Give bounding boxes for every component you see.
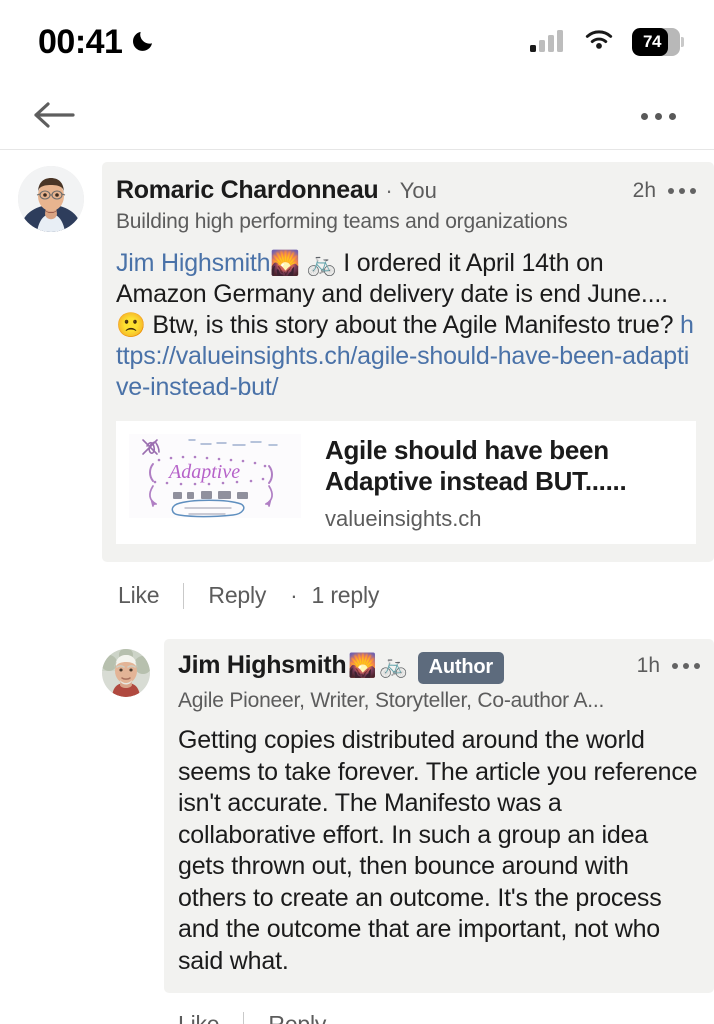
comment-timestamp: 2h [632,179,656,202]
comment-more-options-button[interactable] [668,188,696,194]
comment-header: Romaric Chardonneau · You 2h [116,176,696,205]
reply-author-headline: Agile Pioneer, Writer, Storyteller, Co-a… [178,689,605,713]
comment-author-block: Romaric Chardonneau · You [116,176,437,205]
more-options-icon [641,113,648,120]
svg-text:Adaptive: Adaptive [167,461,240,483]
reply-button[interactable]: Reply [206,578,268,613]
avatar[interactable] [18,166,84,232]
battery-percent-label: 74 [643,32,661,51]
bicycle-emoji: 🚲 [378,652,408,679]
link-preview-thumbnail: Adaptive [129,434,301,518]
action-separator: · [290,582,298,608]
status-bar: 00:41 74 [0,0,714,84]
comment-text-segment-2: Btw, is this story about the Agile Manif… [145,311,681,339]
reply-reply-button[interactable]: Reply [266,1007,328,1024]
comment-meta: 2h [633,176,696,203]
reply-count-link[interactable]: 1 reply [312,582,380,609]
reply-author-name[interactable]: Jim Highsmith [178,651,347,680]
reply-bubble: Jim Highsmith 🌄 🚲 Author 1h Agile Pionee… [164,639,714,994]
reply-item: Jim Highsmith 🌄 🚲 Author 1h Agile Pionee… [102,613,714,1024]
reply-header: Jim Highsmith 🌄 🚲 Author 1h [178,651,700,685]
back-button[interactable] [32,94,82,140]
comment-author-name[interactable]: Romaric Chardonneau [116,176,379,205]
reply-like-button[interactable]: Like [176,1007,221,1024]
link-preview-domain: valueinsights.ch [325,506,482,532]
frowning-face-emoji: 🙁 [116,312,146,339]
reply-content-column: Jim Highsmith 🌄 🚲 Author 1h Agile Pionee… [164,639,714,1024]
cellular-signal-icon [530,27,566,58]
action-divider [243,1011,245,1024]
link-preview-text: Agile should have been Adaptive instead … [301,421,696,544]
more-options-icon [668,188,674,194]
comment-body-text: Jim Highsmith🌄 🚲 I ordered it April 14th… [116,248,696,403]
reply-meta: 1h [637,651,700,678]
mention-link-jim-highsmith[interactable]: Jim Highsmith [116,249,271,277]
status-bar-clock: 00:41 [38,23,123,61]
comment-content-column: Romaric Chardonneau · You 2h Building hi… [102,162,714,1024]
battery-indicator: 74 [632,28,684,56]
comment-bubble: Romaric Chardonneau · You 2h Building hi… [102,162,714,563]
comment-thread: Romaric Chardonneau · You 2h Building hi… [0,150,714,1024]
more-options-icon [694,663,700,670]
more-options-icon [690,188,696,194]
more-options-icon [679,188,685,194]
back-arrow-icon [32,100,76,133]
moon-icon [131,27,157,58]
comment-item: Romaric Chardonneau · You 2h Building hi… [0,162,714,1024]
sunrise-emoji: 🌄 [270,250,301,277]
comment-you-label: You [399,178,437,203]
link-preview-card[interactable]: Adaptive Agile should have been Adaptive… [116,421,696,545]
status-bar-right: 74 [530,27,684,58]
wifi-icon [583,28,615,57]
reply-body-text: Getting copies distributed around the wo… [178,726,698,975]
more-options-icon [655,113,662,120]
link-preview-title: Agile should have been Adaptive instead … [325,435,627,497]
more-options-icon [683,663,689,670]
sunrise-emoji: 🌄 [348,652,377,679]
reply-actions: Like Reply [164,993,714,1024]
comment-author-headline: Building high performing teams and organ… [116,210,568,233]
action-divider [183,582,185,609]
reply-author-block: Jim Highsmith 🌄 🚲 Author [178,651,504,685]
reply-timestamp: 1h [636,654,660,678]
author-badge: Author [417,652,504,685]
more-options-icon [672,663,678,670]
more-options-icon [669,113,676,120]
like-button[interactable]: Like [116,578,161,613]
comment-actions: Like Reply · 1 reply [102,562,714,613]
battery-cap [681,37,684,47]
bicycle-emoji: 🚲 [306,250,337,277]
avatar[interactable] [102,649,150,698]
navigation-bar [0,84,714,150]
more-options-button[interactable] [637,103,680,130]
status-bar-left: 00:41 [38,25,157,59]
comment-separator: · [385,178,393,203]
reply-more-options-button[interactable] [672,663,700,670]
